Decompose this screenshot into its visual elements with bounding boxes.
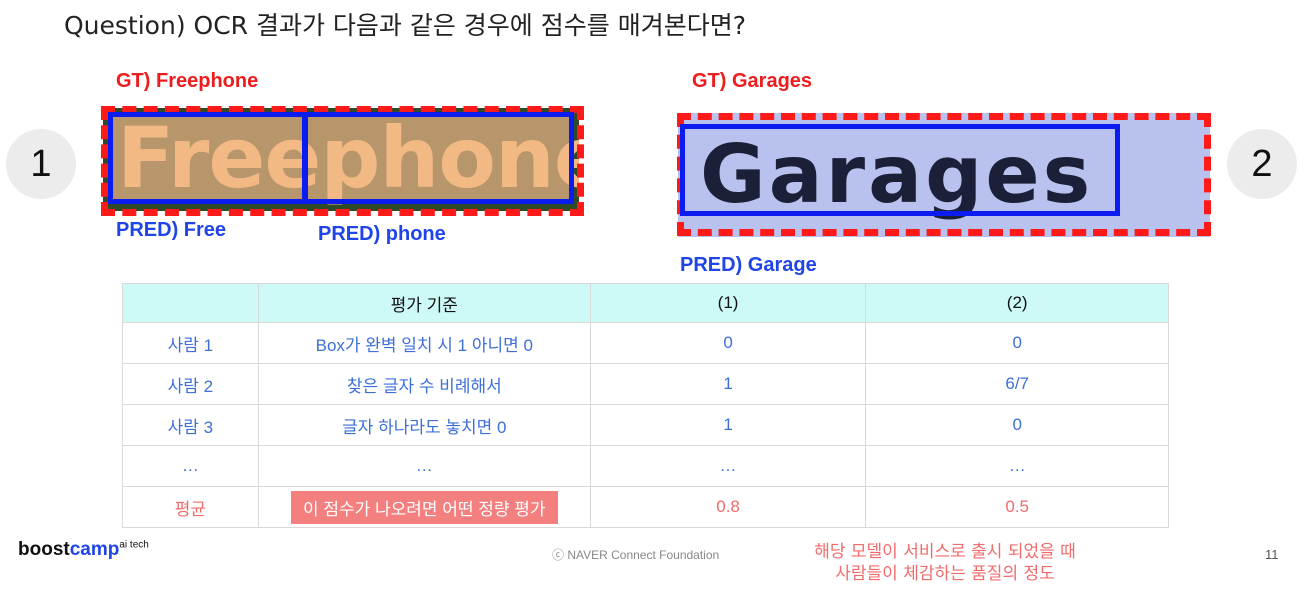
gt-label-garages: GT) Garages <box>692 70 813 92</box>
copyright-text: ⓒ NAVER Connect Foundation <box>552 548 720 562</box>
row-score-2: 0 <box>865 404 1169 446</box>
header-cell-criteria: 평가 기준 <box>257 283 591 323</box>
header-cell-case2: (2) <box>865 283 1169 323</box>
table-row: 사람 3 글자 하나라도 놓치면 0 1 0 <box>122 404 1169 446</box>
row-criteria: 글자 하나라도 놓치면 0 <box>257 404 591 446</box>
evaluation-table: 평가 기준 (1) (2) 사람 1 Box가 완벽 일치 시 1 아니면 0 … <box>122 283 1169 528</box>
row-criteria: Box가 완벽 일치 시 1 아니면 0 <box>257 322 591 364</box>
row-score-1: 1 <box>589 404 867 446</box>
average-score-2: 0.5 <box>865 486 1169 528</box>
quality-note: 해당 모델이 서비스로 출시 되었을 때 사람들이 체감하는 품질의 정도 <box>760 541 1130 585</box>
table-row: … … … … <box>122 445 1169 487</box>
average-criteria-cell: 이 점수가 나오려면 어떤 정량 평가 <box>257 486 591 528</box>
note-line-1: 해당 모델이 서비스로 출시 되었을 때 <box>814 542 1076 562</box>
header-cell-empty <box>122 283 259 323</box>
gt-label-freephone: GT) Freephone <box>116 70 259 92</box>
logo-main: boost <box>18 539 70 560</box>
pred-label-free: PRED) Free <box>116 219 227 241</box>
row-person: 사람 3 <box>122 404 259 446</box>
row-person: 사람 2 <box>122 363 259 405</box>
average-score-1: 0.8 <box>589 486 867 528</box>
pred-box-phone <box>302 112 574 204</box>
row-score-2: … <box>865 445 1169 487</box>
row-score-1: 0 <box>589 322 867 364</box>
slide-title: Question) OCR 결과가 다음과 같은 경우에 점수를 매겨본다면? <box>64 11 746 40</box>
average-highlight-text: 이 점수가 나오려면 어떤 정량 평가 <box>290 490 558 524</box>
logo-accent: camp <box>69 539 120 560</box>
average-row: 평균 이 점수가 나오려면 어떤 정량 평가 0.8 0.5 <box>122 486 1169 528</box>
row-score-2: 6/7 <box>865 363 1169 405</box>
row-criteria: … <box>257 445 591 487</box>
example-number-2: 2 <box>1227 129 1297 199</box>
row-score-1: 1 <box>589 363 867 405</box>
row-person: 사람 1 <box>122 322 259 364</box>
header-cell-case1: (1) <box>589 283 867 323</box>
table-row: 사람 1 Box가 완벽 일치 시 1 아니면 0 0 0 <box>122 322 1169 364</box>
table-row: 사람 2 찾은 글자 수 비례해서 1 6/7 <box>122 363 1169 405</box>
page-number: 11 <box>1265 547 1279 562</box>
note-line-2: 사람들이 체감하는 품질의 정도 <box>835 564 1055 584</box>
pred-box-garage <box>680 124 1120 216</box>
example-number-1: 1 <box>6 129 76 199</box>
logo-sup: ai tech <box>119 539 149 551</box>
row-person: … <box>122 445 259 487</box>
row-score-2: 0 <box>865 322 1169 364</box>
pred-label-garage: PRED) Garage <box>680 254 817 276</box>
boostcamp-logo: boostcampai tech <box>18 539 149 561</box>
average-label: 평균 <box>122 486 259 528</box>
row-score-1: … <box>589 445 867 487</box>
row-criteria: 찾은 글자 수 비례해서 <box>257 363 591 405</box>
pred-box-free <box>108 112 308 204</box>
pred-label-phone: PRED) phone <box>318 223 446 245</box>
table-header-row: 평가 기준 (1) (2) <box>122 283 1169 323</box>
